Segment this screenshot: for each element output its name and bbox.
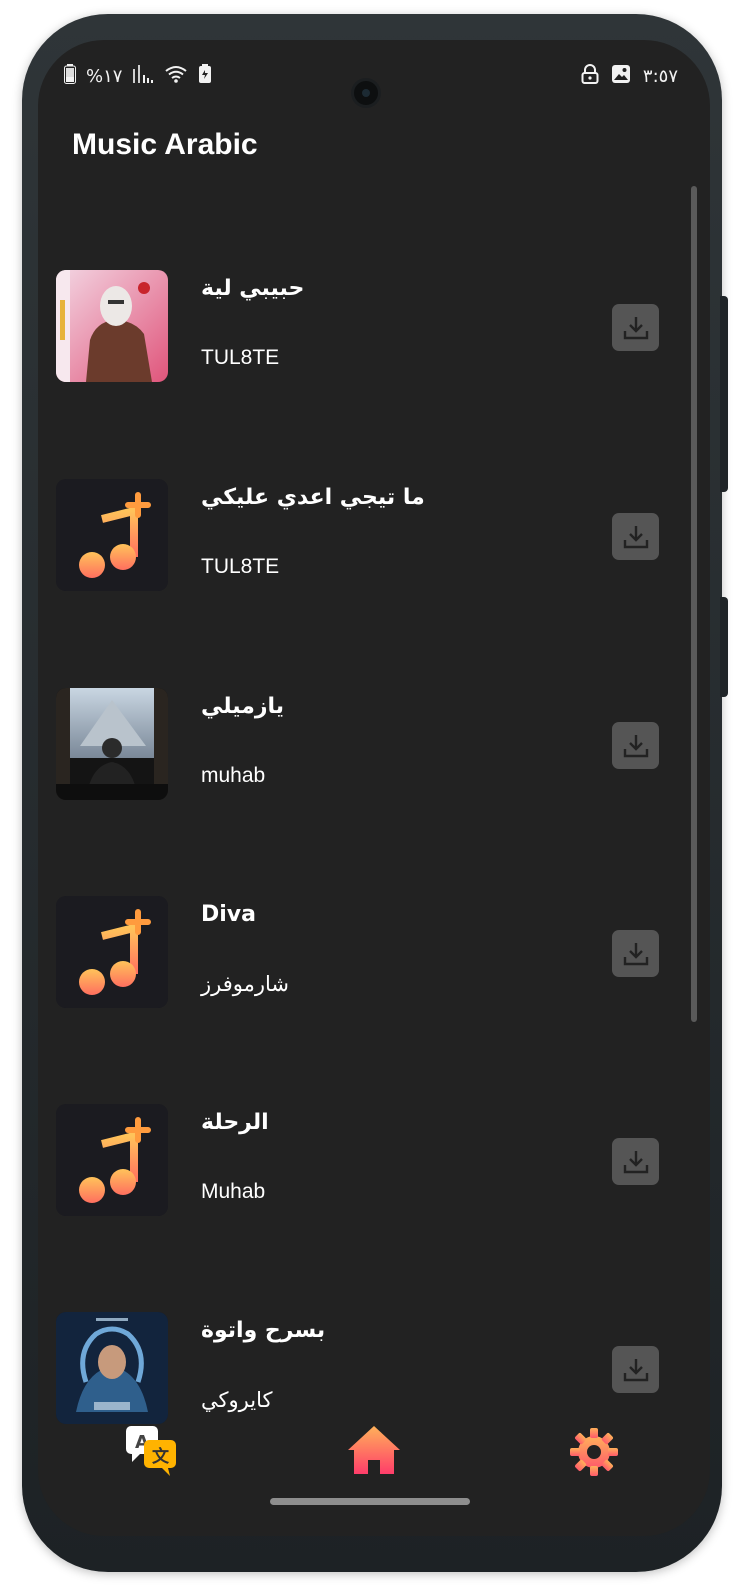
song-title: ما تيجي اعدي عليكي <box>201 485 425 510</box>
download-icon <box>623 1150 648 1173</box>
download-icon <box>623 316 648 339</box>
battery-percent: %١٧ <box>86 66 123 87</box>
album-art-thumbnail <box>56 270 168 382</box>
download-icon <box>623 525 648 548</box>
music-note-plus-icon <box>56 479 168 591</box>
translate-icon: A 文 <box>126 1426 176 1476</box>
wifi-icon <box>164 65 188 88</box>
clock-time: ٣:٥٧ <box>642 66 678 87</box>
status-left: %١٧ <box>64 64 212 89</box>
battery-icon <box>64 64 76 89</box>
download-button[interactable] <box>612 1346 659 1393</box>
download-icon <box>623 942 648 965</box>
home-indicator[interactable] <box>270 1498 470 1505</box>
signal-icon <box>132 65 154 88</box>
song-artist: muhab <box>201 764 266 787</box>
song-artist: TUL8TE <box>201 346 280 369</box>
image-icon <box>611 64 631 89</box>
song-title: بسرح واتوة <box>201 1318 326 1343</box>
bottom-navigation: A 文 <box>38 1422 710 1482</box>
song-title: Diva <box>201 902 256 927</box>
status-right: ٣:٥٧ <box>581 64 678 89</box>
album-art-thumbnail <box>56 688 168 800</box>
settings-icon <box>570 1428 618 1476</box>
download-button[interactable] <box>612 930 659 977</box>
album-art-thumbnail <box>56 1312 168 1424</box>
song-title: يازميلي <box>201 694 285 719</box>
download-icon <box>623 1358 648 1381</box>
settings-button[interactable] <box>564 1422 624 1482</box>
battery-saver-icon <box>198 64 212 89</box>
song-title: الرحلة <box>201 1110 269 1135</box>
app-title: Music Arabic <box>72 128 258 161</box>
list-item[interactable]: يازميلي muhab <box>38 688 710 802</box>
power-button <box>720 597 728 697</box>
list-item[interactable]: الرحلة Muhab <box>38 1104 710 1218</box>
translate-button[interactable]: A 文 <box>122 1422 182 1482</box>
download-button[interactable] <box>612 1138 659 1185</box>
download-button[interactable] <box>612 513 659 560</box>
list-item[interactable]: Diva شارموفرز <box>38 896 710 1010</box>
song-artist: كايروكي <box>201 1389 273 1412</box>
song-title: حبيبي لية <box>201 276 305 301</box>
lock-icon <box>581 64 599 89</box>
volume-button <box>720 296 728 492</box>
status-bar: %١٧ ٣:٥٧ <box>38 64 710 108</box>
list-item[interactable]: حبيبي لية TUL8TE <box>38 270 710 384</box>
download-icon <box>623 734 648 757</box>
svg-text:文: 文 <box>152 1446 170 1467</box>
download-button[interactable] <box>612 304 659 351</box>
list-item[interactable]: ما تيجي اعدي عليكي TUL8TE <box>38 479 710 593</box>
song-artist: Muhab <box>201 1180 266 1203</box>
app-screen: %١٧ ٣:٥٧ Music Arabic حبيبي لية TUL8TE م… <box>38 40 710 1536</box>
music-note-plus-icon <box>56 1104 168 1216</box>
song-artist: TUL8TE <box>201 555 280 578</box>
home-button[interactable] <box>344 1422 404 1482</box>
home-icon <box>348 1426 400 1474</box>
list-item[interactable]: بسرح واتوة كايروكي <box>38 1312 710 1426</box>
song-artist: شارموفرز <box>201 973 289 996</box>
front-camera <box>351 78 381 108</box>
download-button[interactable] <box>612 722 659 769</box>
music-note-plus-icon <box>56 896 168 1008</box>
